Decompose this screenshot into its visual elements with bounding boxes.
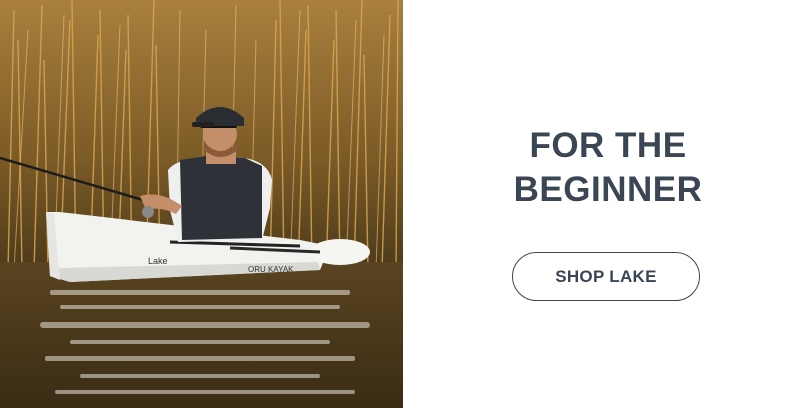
shop-lake-button[interactable]: SHOP LAKE [512, 252, 700, 301]
kayak-brand-label: ORU KAYAK [248, 265, 294, 274]
promo-banner: Lake ORU KAYAK FOR THE BEGINNER SHOP LAK… [0, 0, 800, 408]
headline: FOR THE BEGINNER [403, 124, 800, 212]
headline-line-2: BEGINNER [513, 170, 703, 209]
promo-panel: FOR THE BEGINNER SHOP LAKE [403, 0, 800, 408]
kayak-model-label: Lake [148, 256, 168, 266]
kayak-fishing-illustration: Lake ORU KAYAK [0, 0, 403, 408]
headline-line-1: FOR THE [529, 126, 687, 165]
kayak-photo: Lake ORU KAYAK [0, 0, 403, 408]
